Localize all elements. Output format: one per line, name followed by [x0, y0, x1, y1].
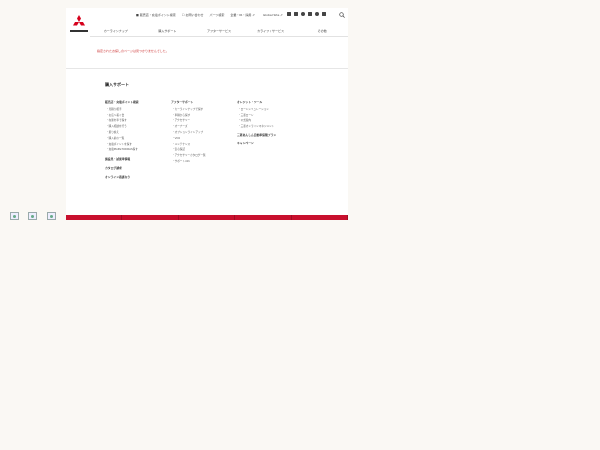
footer-title: 購入サポート: [105, 82, 129, 87]
contact-link[interactable]: ☐ お問い合わせ: [182, 13, 204, 17]
page-container: ■ 販売店・充電ポイント検索 ☐ お問い合わせ パーツ検索 企業・IR・採用 ⇗…: [66, 8, 349, 220]
footer-column-3: オレジット・ツール ・ローンシミュレーション ・三菱ローン ・公式案内 ・三菱オ…: [237, 100, 276, 147]
twitter-icon[interactable]: [294, 12, 298, 16]
footer-section-link[interactable]: キャンペーン: [237, 141, 276, 147]
broken-image-icon: [28, 212, 37, 220]
mitsubishi-logo[interactable]: [72, 14, 86, 30]
footer-bar-segment[interactable]: [66, 215, 123, 220]
parts-search-link[interactable]: パーツ検索: [209, 13, 224, 17]
nav-purchase-support[interactable]: 購入サポート: [142, 29, 194, 33]
line-icon[interactable]: [301, 12, 305, 16]
footer-bar-segment[interactable]: [235, 215, 292, 220]
utility-nav: ■ 販売店・充電ポイント検索 ☐ お問い合わせ パーツ検索 企業・IR・採用 ⇗: [136, 13, 255, 17]
facebook-icon[interactable]: [287, 12, 291, 16]
nav-divider: [90, 36, 348, 37]
global-site-link[interactable]: Global Site ⇗: [263, 13, 283, 17]
footer-column-1: 販売店・充電ポイント検索 ・見積り相手 ・お店へ着く会 ・在庫を車で探す ・購入…: [105, 100, 139, 181]
footer-link[interactable]: ・カーラインナップで探す: [171, 107, 206, 113]
corporate-link[interactable]: 企業・IR・採用 ⇗: [230, 13, 254, 17]
footer-red-bar: [66, 215, 349, 220]
footer-section-link[interactable]: 三菱あんしん自動車保険プラン: [237, 133, 276, 139]
footer-col3-head[interactable]: オレジット・ツール: [237, 100, 276, 106]
social-links: [287, 12, 326, 16]
broken-image-icon: [10, 212, 19, 220]
footer-link[interactable]: ・サポートinfo: [171, 159, 206, 165]
youtube-icon[interactable]: [308, 12, 312, 16]
footer-separator: [66, 68, 348, 69]
instagram-icon[interactable]: [315, 12, 319, 16]
footer-section-link[interactable]: オンライン商談なり: [105, 175, 139, 181]
footer-bar-segment[interactable]: [122, 215, 179, 220]
search-icon[interactable]: [339, 12, 345, 18]
global-nav: カーラインナップ 購入サポート アフターサービス カライフ / サービス その他: [90, 29, 348, 33]
footer-link[interactable]: ・三菱オンラインマネジメント: [237, 124, 276, 130]
logo-wordmark: [70, 30, 88, 32]
footer-link[interactable]: ・オプションラインアップ: [171, 130, 206, 136]
footer-bar-segment[interactable]: [179, 215, 236, 220]
dealer-search-link[interactable]: ■ 販売店・充電ポイント検索: [136, 13, 176, 17]
footer-col1-head[interactable]: 販売店・充電ポイント検索: [105, 100, 139, 106]
footer-col2-head[interactable]: アフターサポート: [171, 100, 206, 106]
mail-icon[interactable]: [322, 12, 326, 16]
nav-other[interactable]: その他: [296, 29, 348, 33]
error-message: 指定されたお探しのページは見つかりませんでした。: [97, 49, 169, 53]
nav-after-service[interactable]: アフターサービス: [193, 29, 245, 33]
footer-bar-segment[interactable]: [292, 215, 349, 220]
broken-image-icon: [47, 212, 56, 220]
footer-column-2: アフターサポート ・カーラインナップで探す ・車種から探す ・アクセサリー ・オ…: [171, 100, 206, 165]
footer-link[interactable]: ・充電MAP&TORIKAS探す: [105, 147, 139, 153]
nav-car-lineup[interactable]: カーラインナップ: [90, 29, 142, 33]
nav-car-life[interactable]: カライフ / サービス: [245, 29, 297, 33]
